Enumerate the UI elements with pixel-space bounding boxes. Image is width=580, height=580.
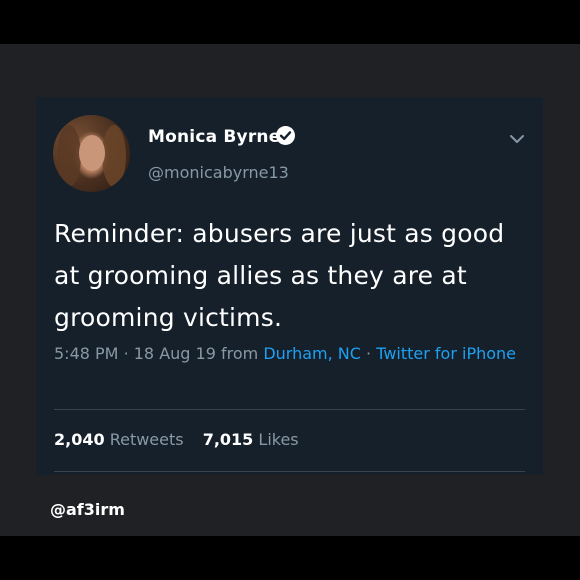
likes-label: Likes (258, 430, 299, 449)
chevron-down-icon[interactable] (509, 130, 525, 143)
watermark-credit: @af3irm (50, 500, 125, 519)
tweet-text-line: grooming victims. (54, 303, 283, 332)
location-link[interactable]: Durham, NC (263, 344, 361, 363)
retweets-stat[interactable]: 2,040 Retweets (54, 430, 184, 449)
divider (54, 409, 525, 410)
avatar[interactable] (53, 115, 130, 192)
retweets-count: 2,040 (54, 430, 105, 449)
verified-badge-icon (276, 126, 295, 145)
from-label: from (220, 344, 259, 363)
tweet-text-line: Reminder: abusers are just as good (54, 219, 505, 248)
likes-count: 7,015 (202, 430, 254, 449)
tweet-text-line: at grooming allies as they are at (54, 261, 467, 290)
separator-dot: · (366, 344, 372, 363)
tweet-text: Reminder: abusers are just as good at gr… (54, 213, 524, 339)
avatar-hair-right (102, 125, 126, 187)
likes-stat[interactable]: 7,015 Likes (203, 430, 299, 449)
retweets-label: Retweets (109, 430, 184, 449)
tweet-metadata: 5:48 PM · 18 Aug 19 from Durham, NC · Tw… (54, 340, 524, 367)
engagement-stats: 2,040 Retweets 7,015 Likes (54, 430, 299, 449)
avatar-face (79, 135, 105, 171)
author-handle[interactable]: @monicabyrne13 (148, 163, 289, 182)
source-link[interactable]: Twitter for iPhone (376, 344, 516, 363)
separator-dot: · (123, 344, 129, 363)
tweet-date[interactable]: 18 Aug 19 (134, 344, 216, 363)
author-name[interactable]: Monica Byrne (148, 127, 280, 147)
avatar-hair-left (57, 125, 81, 187)
divider (54, 471, 525, 472)
tweet-time[interactable]: 5:48 PM (54, 344, 118, 363)
